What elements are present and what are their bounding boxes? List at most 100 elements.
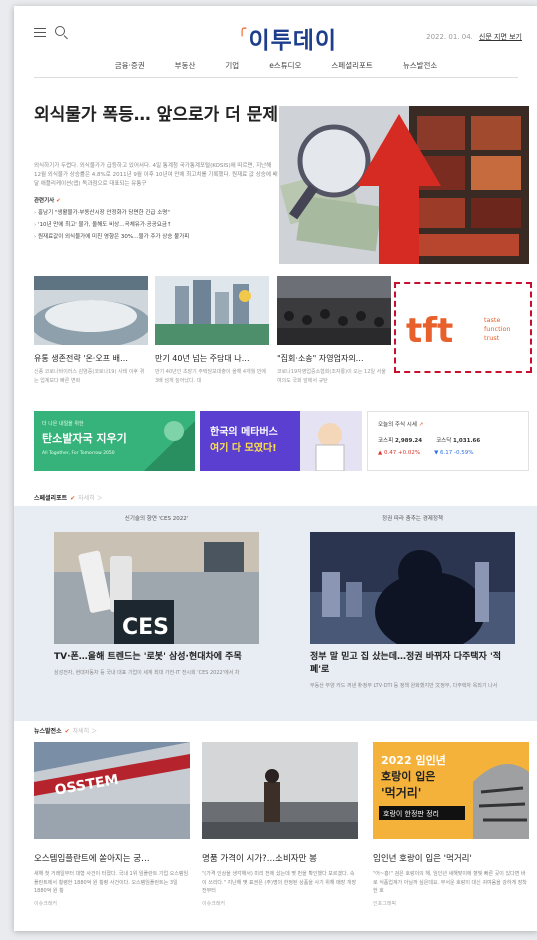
tiger-line3: '먹거리' [381,785,421,800]
special-title[interactable]: 정부 말 믿고 집 샀는데…정권 바뀌자 다주택자 '적폐'로 [310,651,515,677]
newsroom-list: OSSTEM 오스템임플란트에 쏟아지는 궁… 새해 첫 거래일부터 대형 사건… [34,742,529,922]
ces-logo-text: CES [122,615,169,640]
banner-meta-line2: 여기 다 모였다! [210,441,277,454]
stock-values: 코스피 2,989.24 코스닥 1,031.66 [378,436,518,444]
hero-image[interactable] [279,106,529,264]
newsroom-title[interactable]: 임인년 호랑이 입은 '먹거리' [373,852,529,864]
ad-line3: trust [484,334,500,342]
related-title: 관련기사 [34,195,279,207]
newsroom-image[interactable] [202,742,358,839]
newsroom-card[interactable]: 명품 가격이 시가?…소비자만 봉 "(가격 인상을 생각해서) 미리 전에 샀… [202,742,358,907]
special-card[interactable]: 신기술의 향연 'CES 2022' CES TV·폰…올해 트렌드는 '로봇'… [54,514,259,687]
news-card[interactable]: 만기 40년 넘는 주담대 나… 만기 40년인 초장기 주택담보대출이 올해 … [155,276,269,385]
newsroom-card[interactable]: 2022 임인년 호랑이 입은 '먹거리' 호랑이 한정판 정리 임인년 호랑이 입은… [373,742,529,907]
kospi-value: 2,989.24 [394,438,423,444]
tiger-line1: 2022 임인년 [381,753,446,767]
related-item[interactable]: 원재료값이 외식물가에 미친 영향은 30%…물가 주가 상승 불가피 [34,231,279,243]
check-icon: ✔ [70,495,76,502]
card-image[interactable] [277,276,391,345]
newsroom-image[interactable]: 2022 임인년 호랑이 입은 '먹거리' 호랑이 한정판 정리 [373,742,529,839]
newsroom-image[interactable]: OSSTEM [34,742,190,839]
header: ╭이투데이 2022. 01. 04. 신문 지면 보기 [14,6,537,54]
kosdaq-change: ▼ 6.17 -0.59% [434,450,474,456]
ad-line2: function [484,325,511,333]
tft-ad[interactable]: tft taste function trust [394,282,532,373]
nav-item-newsroom[interactable]: 뉴스발전소 [403,60,438,71]
stock-widget[interactable]: 오늘의 주식 시세 코스피 2,989.24 코스닥 1,031.66 ▲ 0.… [367,411,529,471]
ad-brand: tft [406,311,453,351]
newsroom-card[interactable]: OSSTEM 오스템임플란트에 쏟아지는 궁… 새해 첫 거래일부터 대형 사건… [34,742,190,907]
more-link[interactable]: 자세히 ＞ [73,728,97,735]
related-item[interactable]: '10년 만에 최고' 물가, 올해도 비상…곡체유가·공공요금↑ [34,219,279,231]
banner-main-text: 탄소발자국 지우기 [42,431,127,445]
card-image[interactable] [34,276,148,345]
card-desc: 만기 40년인 초장기 주택담보대출이 올해 4개월 만에 3배 넘게 늘어났다… [155,369,267,384]
newsroom-header[interactable]: 뉴스발전소 ✔ 자세히 ＞ [34,726,97,735]
search-icon[interactable] [55,26,65,36]
site-logo[interactable]: ╭이투데이 [238,21,337,55]
stock-title: 오늘의 주식 시세 [378,420,518,428]
carbon-banner[interactable]: 더 나은 내일을 위한 탄소발자국 지우기 All Together, For … [34,411,195,471]
menu-icon[interactable] [34,28,46,37]
card-title[interactable]: "집회·소송" 자영업자의… [277,353,391,364]
section-title: 스페셜리포트 [34,495,68,502]
banner-small-text: 더 나은 내일을 위한 [42,420,84,427]
special-image[interactable] [310,532,515,644]
special-title[interactable]: TV·폰…올해 트렌드는 '로봇' 삼성·현대차에 주목 [54,651,259,664]
newsroom-title[interactable]: 명품 가격이 시가?…소비자만 봉 [202,852,358,864]
special-image[interactable]: CES [54,532,259,644]
banner-row: 더 나은 내일을 위한 탄소발자국 지우기 All Together, For … [34,411,529,476]
date-text: 2022. 01. 04. [426,33,473,41]
paper-view-link[interactable]: 신문 지면 보기 [479,33,522,41]
special-desc: 삼성전자, 현대자동차 등 국내 대표 기업이 세계 최대 가전·IT 전시회 … [54,670,240,677]
card-title[interactable]: 만기 40년 넘는 주담대 나… [155,353,269,364]
nav-item-special[interactable]: 스페셜리포트 [331,60,372,71]
related-articles: 관련기사 홍남기 "생활물가·부동산시장 안정화가 당면한 긴급 소명" '10… [34,195,279,243]
newsroom-source: 인포그래픽 [373,901,397,907]
news-card[interactable]: 유통 생존전략 '온·오프 배… 신종 코로나바이러스 감염증(코로나19) 사… [34,276,148,385]
kospi-label: 코스피 [378,438,394,444]
section-title: 뉴스발전소 [34,728,62,735]
card-desc: 신종 코로나바이러스 감염증(코로나19) 사태 이후 겪는 업계보다 빠른 변… [34,369,145,384]
page: ╭이투데이 2022. 01. 04. 신문 지면 보기 금융·증권 부동산 기업… [14,6,537,931]
card-title[interactable]: 유통 생존전략 '온·오프 배… [34,353,148,364]
special-card[interactable]: 정권 따라 춤추는 경제정책 정부 말 믿고 집 샀는데…정권 바뀌자 다주택자… [310,514,515,700]
header-date: 2022. 01. 04. 신문 지면 보기 [426,32,522,42]
card-row: 유통 생존전략 '온·오프 배… 신종 코로나바이러스 감염증(코로나19) 사… [32,276,532,396]
kosdaq-value: 1,031.66 [453,438,481,444]
nav-item-estudio[interactable]: e스튜디오 [269,60,301,71]
main-nav: 금융·증권 부동산 기업 e스튜디오 스페셜리포트 뉴스발전소 [34,54,518,78]
banner-meta-line1: 한국의 메타버스 [210,425,278,438]
stock-changes: ▲ 0.47 +0.02% ▼ 6.17 -0.59% [378,450,518,456]
tiger-line4: 호랑이 한정판 정리 [383,809,439,818]
card-image[interactable] [155,276,269,345]
special-report: 신기술의 향연 'CES 2022' CES TV·폰…올해 트렌드는 '로봇'… [14,506,537,721]
hero-desc[interactable]: 외식하기가 두렵다. 외식물가가 급등하고 있어서다. 4일 통계청 국가통계포… [34,162,279,188]
banner-sub-text: All Together, For Tomorrow 2050 [42,450,115,456]
special-desc: 부동산 부양 카드 꺼낸 朴정부 LTV·DTI 등 정책 완화했지만 文정부,… [310,683,498,690]
special-label: 정권 따라 춤추는 경제정책 [382,516,443,522]
logo-mark-icon: ╭ [238,21,248,37]
special-label: 신기술의 향연 'CES 2022' [124,516,189,522]
metaverse-banner[interactable]: 한국의 메타버스 여기 다 모였다! [200,411,362,471]
newsroom-desc: "(가격 인상을 생각해서) 미리 전에 샀는데 몇 번을 확인했다 포르겠다.… [202,871,357,894]
more-link[interactable]: 자세히 ＞ [78,495,102,502]
ad-line1: taste [484,316,500,324]
special-report-header[interactable]: 스페셜리포트 ✔ 자세히 ＞ [34,493,103,502]
related-item[interactable]: 홍남기 "생활물가·부동산시장 안정화가 당면한 긴급 소명" [34,207,279,219]
newsroom-desc: 새해 첫 거래일부터 대형 사건이 터졌다. 국내 1위 임플란트 기업 오스템… [34,871,189,894]
nav-item-finance[interactable]: 금융·증권 [115,60,145,71]
check-icon: ✔ [64,728,70,735]
hero-title[interactable]: 외식물가 폭등… 앞으로가 더 문제 [34,104,279,126]
kosdaq-label: 코스닥 [436,438,452,444]
newsroom-title[interactable]: 오스템임플란트에 쏟아지는 궁… [34,852,190,864]
nav-item-realestate[interactable]: 부동산 [175,60,196,71]
card-desc: 코로나19자영업중소협회(조자룡)이 오는 12일 서울 여의도 국회 앞에서 … [277,369,386,384]
news-card[interactable]: "집회·소송" 자영업자의… 코로나19자영업중소협회(조자룡)이 오는 12일… [277,276,391,385]
hero-article: 외식물가 폭등… 앞으로가 더 문제 외식하기가 두렵다. 외식물가가 급등하고… [14,78,537,268]
newsroom-desc: "어~흥!" 검은 호랑이의 해, 임인년 새해맞이에 혈빛 빠른 곳이 있다면… [373,871,527,894]
logo-text: 이투데이 [248,28,338,54]
newsroom-source: 이슈크래커 [202,901,226,907]
nav-item-company[interactable]: 기업 [225,60,239,71]
kospi-change: ▲ 0.47 +0.02% [378,450,421,456]
